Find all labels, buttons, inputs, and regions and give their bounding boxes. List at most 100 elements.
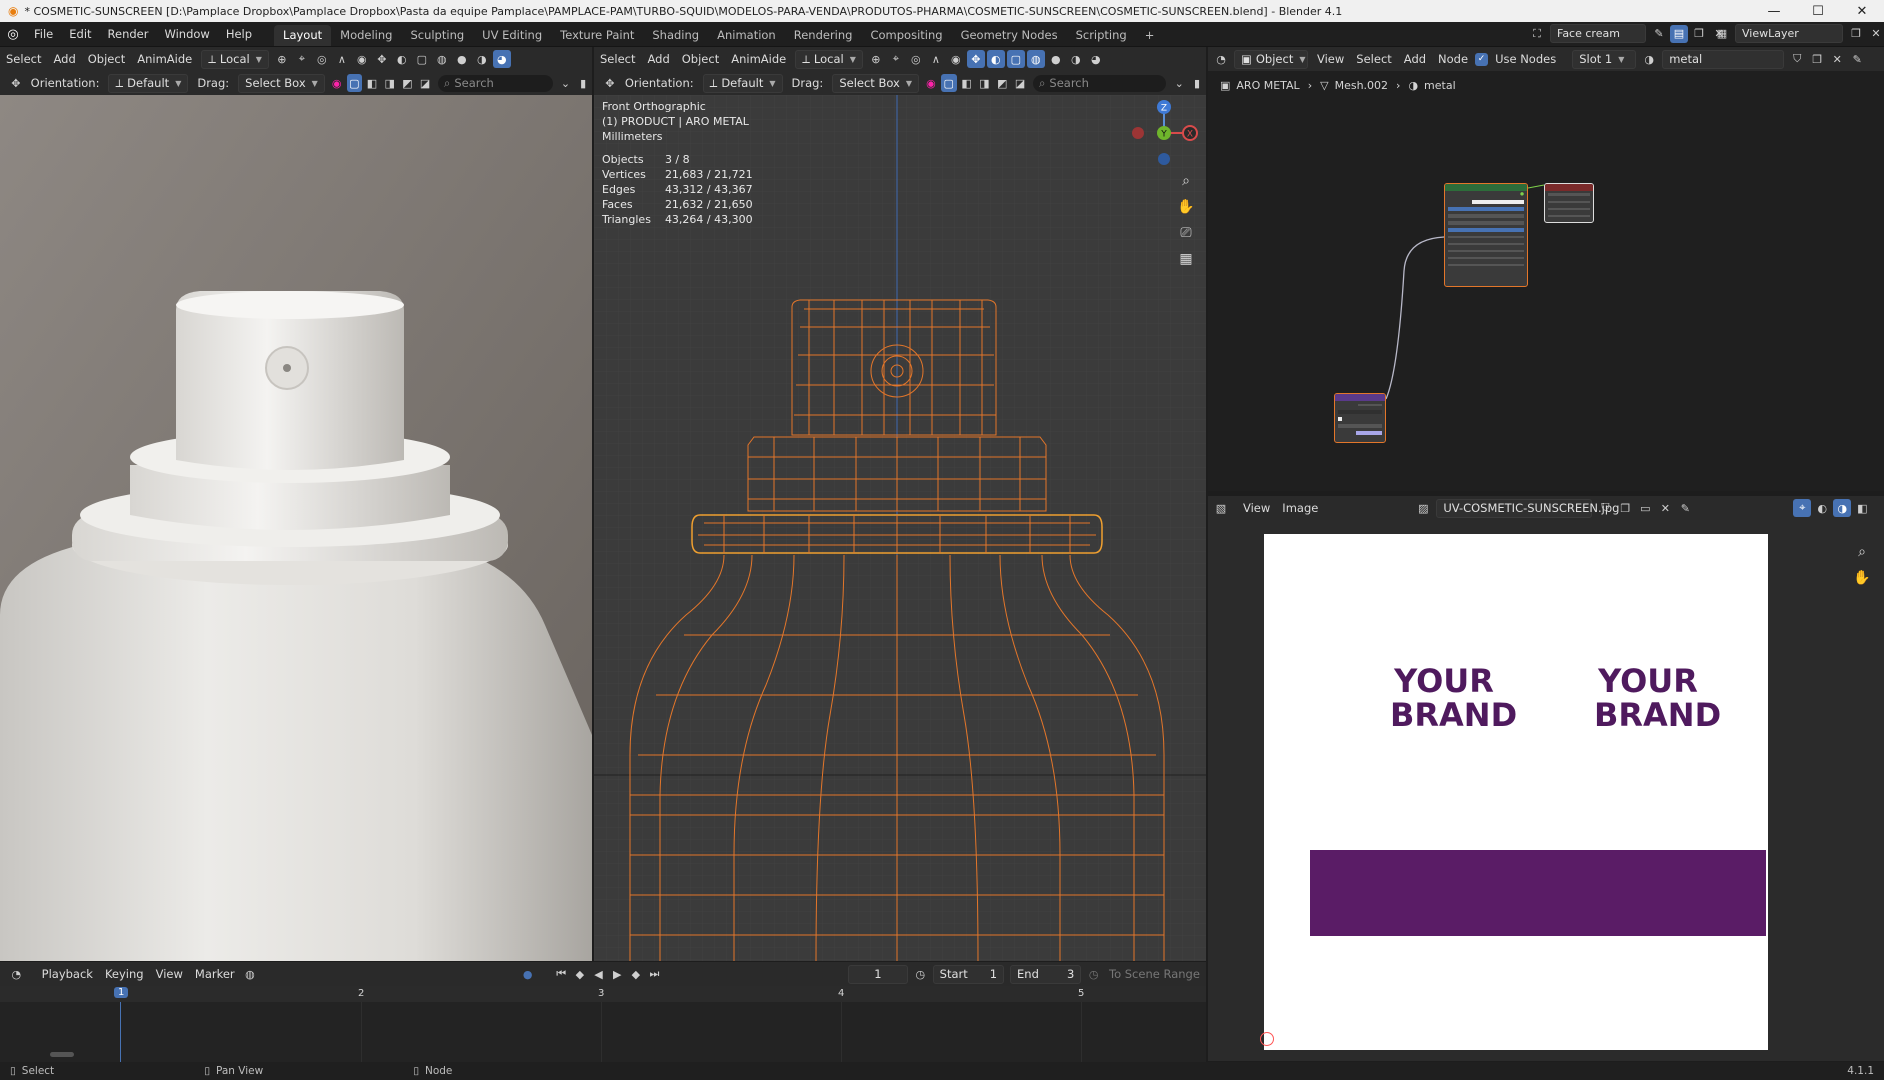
unlink-image-icon[interactable]: ✕ [1656, 499, 1674, 517]
node-view-menu[interactable]: View [1311, 49, 1350, 69]
material-shading-icon[interactable]: ◑ [1067, 50, 1085, 68]
timeline-track-area[interactable]: 1 2 3 4 5 [0, 986, 1206, 1062]
center-animaide-menu[interactable]: AnimAide [725, 49, 792, 69]
center-add-menu[interactable]: Add [641, 49, 675, 69]
add-workspace-icon[interactable]: + [1136, 25, 1164, 46]
perspective-grid-icon[interactable]: ▦ [1174, 247, 1198, 271]
center-search-input[interactable]: ⌕ Search [1032, 74, 1167, 92]
use-nodes-checkbox[interactable]: ✓ [1475, 52, 1489, 66]
to-scene-range-button[interactable]: To Scene Range [1103, 964, 1206, 984]
pin-icon[interactable]: ✎ [1676, 499, 1694, 517]
wireframe-shading-icon[interactable]: ◍ [1026, 50, 1045, 68]
slot-dropdown[interactable]: Slot 1 ▼ [1572, 49, 1637, 69]
xray-icon[interactable]: ▢ [1006, 50, 1025, 68]
center-object-menu[interactable]: Object [676, 49, 725, 69]
select-extend-icon[interactable]: ◧ [364, 74, 380, 92]
image-editor-canvas[interactable]: YOUR BRAND YOUR BRAND ⌕ ✋ [1208, 520, 1884, 1061]
scene-range-icon[interactable]: ◷ [1085, 965, 1102, 983]
center-drag-dropdown[interactable]: Select Box ▼ [832, 73, 919, 93]
gizmo-icon[interactable]: ✥ [373, 50, 391, 68]
maximize-button[interactable]: ☐ [1796, 0, 1840, 22]
visibility-icon[interactable]: ◉ [353, 50, 371, 68]
overlay-icon[interactable]: ◑ [1833, 499, 1852, 517]
principled-bsdf-node[interactable]: ● [1444, 183, 1528, 287]
gizmo-icon[interactable]: ✥ [966, 50, 985, 68]
scene-browse-icon[interactable]: ▤ [1670, 24, 1688, 43]
bookmark-icon[interactable]: ▮ [575, 74, 591, 92]
duplicate-material-icon[interactable]: ❐ [1808, 50, 1826, 68]
material-shading-icon[interactable]: ◑ [473, 50, 491, 68]
image-editor-type-icon[interactable]: ▧ [1212, 499, 1230, 517]
tab-rendering[interactable]: Rendering [785, 25, 862, 46]
pin-icon[interactable]: ✎ [1848, 50, 1866, 68]
editor-type-icon[interactable]: ◔ [1212, 50, 1230, 68]
minimize-button[interactable]: — [1752, 0, 1796, 22]
material-output-node[interactable] [1544, 183, 1594, 223]
timeline-scrollbar[interactable] [50, 1052, 74, 1057]
current-frame-indicator[interactable]: 1 [114, 987, 129, 998]
viewlayer-icon[interactable]: ▦ [1713, 25, 1731, 43]
tab-layout[interactable]: Layout [274, 24, 332, 46]
proportional-edit-icon[interactable]: ◎ [907, 50, 925, 68]
visibility-icon[interactable]: ◉ [947, 50, 965, 68]
tab-texture-paint[interactable]: Texture Paint [551, 25, 643, 46]
timeline-editor-type-icon[interactable]: ◔ [8, 965, 25, 983]
select-invert-icon[interactable]: ◩ [994, 74, 1010, 92]
rendered-shading-icon[interactable]: ◕ [492, 50, 511, 68]
blender-menu-icon[interactable]: ◎ [0, 27, 26, 42]
image-view-menu[interactable]: View [1237, 498, 1276, 518]
playback-menu[interactable]: Playback [36, 964, 99, 984]
bookmark-icon[interactable]: ▮ [1189, 74, 1205, 92]
wireframe-viewport[interactable]: Front Orthographic (1) PRODUCT | ARO MET… [594, 95, 1206, 961]
pan-hand-icon[interactable]: ✋ [1174, 195, 1198, 219]
gizmo-icon[interactable]: ◐ [1813, 499, 1831, 517]
camera-view-icon[interactable]: ⎚ [1174, 221, 1198, 245]
material-sphere-icon[interactable]: ◑ [1640, 50, 1658, 68]
proportional-edit-icon[interactable]: ◎ [313, 50, 331, 68]
tab-modeling[interactable]: Modeling [331, 25, 401, 46]
fake-user-icon[interactable]: ⛉ [1788, 50, 1806, 68]
play-icon[interactable]: ▶ [609, 965, 626, 983]
jump-start-icon[interactable]: ⏮ [553, 965, 570, 983]
record-icon[interactable]: ● [519, 965, 536, 983]
left-object-menu[interactable]: Object [82, 49, 131, 69]
zoom-icon[interactable]: ⌕ [1850, 540, 1874, 564]
node-node-menu[interactable]: Node [1432, 49, 1474, 69]
current-frame-field[interactable]: 1 [847, 964, 909, 984]
select-intersect-icon[interactable]: ◪ [417, 74, 433, 92]
timeline-view-menu[interactable]: View [150, 964, 189, 984]
next-keyframe-icon[interactable]: ◆ [628, 965, 645, 983]
keying-menu[interactable]: Keying [99, 964, 150, 984]
start-frame-field[interactable]: Start 1 [932, 964, 1005, 984]
open-folder-icon[interactable]: ▭ [1636, 499, 1654, 517]
uv-sync-icon[interactable]: ⌖ [1793, 499, 1812, 517]
scene-icon[interactable]: ⛶ [1528, 25, 1546, 43]
zoom-icon[interactable]: ⌕ [1174, 169, 1198, 193]
left-select-menu[interactable]: Select [0, 49, 47, 69]
pin-icon[interactable]: ✎ [1650, 25, 1668, 43]
new-scene-icon[interactable]: ❐ [1690, 25, 1708, 43]
node-select-menu[interactable]: Select [1350, 49, 1397, 69]
select-extend-icon[interactable]: ◧ [959, 74, 975, 92]
unlink-material-icon[interactable]: ✕ [1828, 50, 1846, 68]
delete-viewlayer-icon[interactable]: ✕ [1867, 25, 1884, 43]
prev-keyframe-icon[interactable]: ◆ [572, 965, 589, 983]
tab-scripting[interactable]: Scripting [1067, 25, 1136, 46]
menu-render[interactable]: Render [100, 22, 157, 47]
filter-icon[interactable]: ⌄ [558, 74, 574, 92]
select-invert-icon[interactable]: ◩ [400, 74, 416, 92]
fake-user-icon[interactable]: ⛉ [1596, 499, 1614, 517]
select-subtract-icon[interactable]: ◨ [382, 74, 398, 92]
node-add-menu[interactable]: Add [1398, 49, 1432, 69]
marker-menu[interactable]: Marker [189, 964, 241, 984]
move-tool-icon[interactable]: ✥ [602, 74, 618, 92]
play-reverse-icon[interactable]: ◀ [590, 965, 607, 983]
move-tool-icon[interactable]: ✥ [8, 74, 24, 92]
object-mode-dropdown[interactable]: ▣ Object ▼ [1234, 49, 1308, 69]
select-intersect-icon[interactable]: ◪ [1012, 74, 1028, 92]
image-name-field[interactable]: UV-COSMETIC-SUNSCREEN.jpg [1436, 498, 1619, 518]
material-name-field[interactable]: metal [1662, 49, 1785, 69]
display-channels-icon[interactable]: ◧ [1853, 499, 1871, 517]
normal-map-node[interactable] [1334, 393, 1386, 443]
select-mode-icon[interactable]: ▢ [940, 74, 957, 92]
